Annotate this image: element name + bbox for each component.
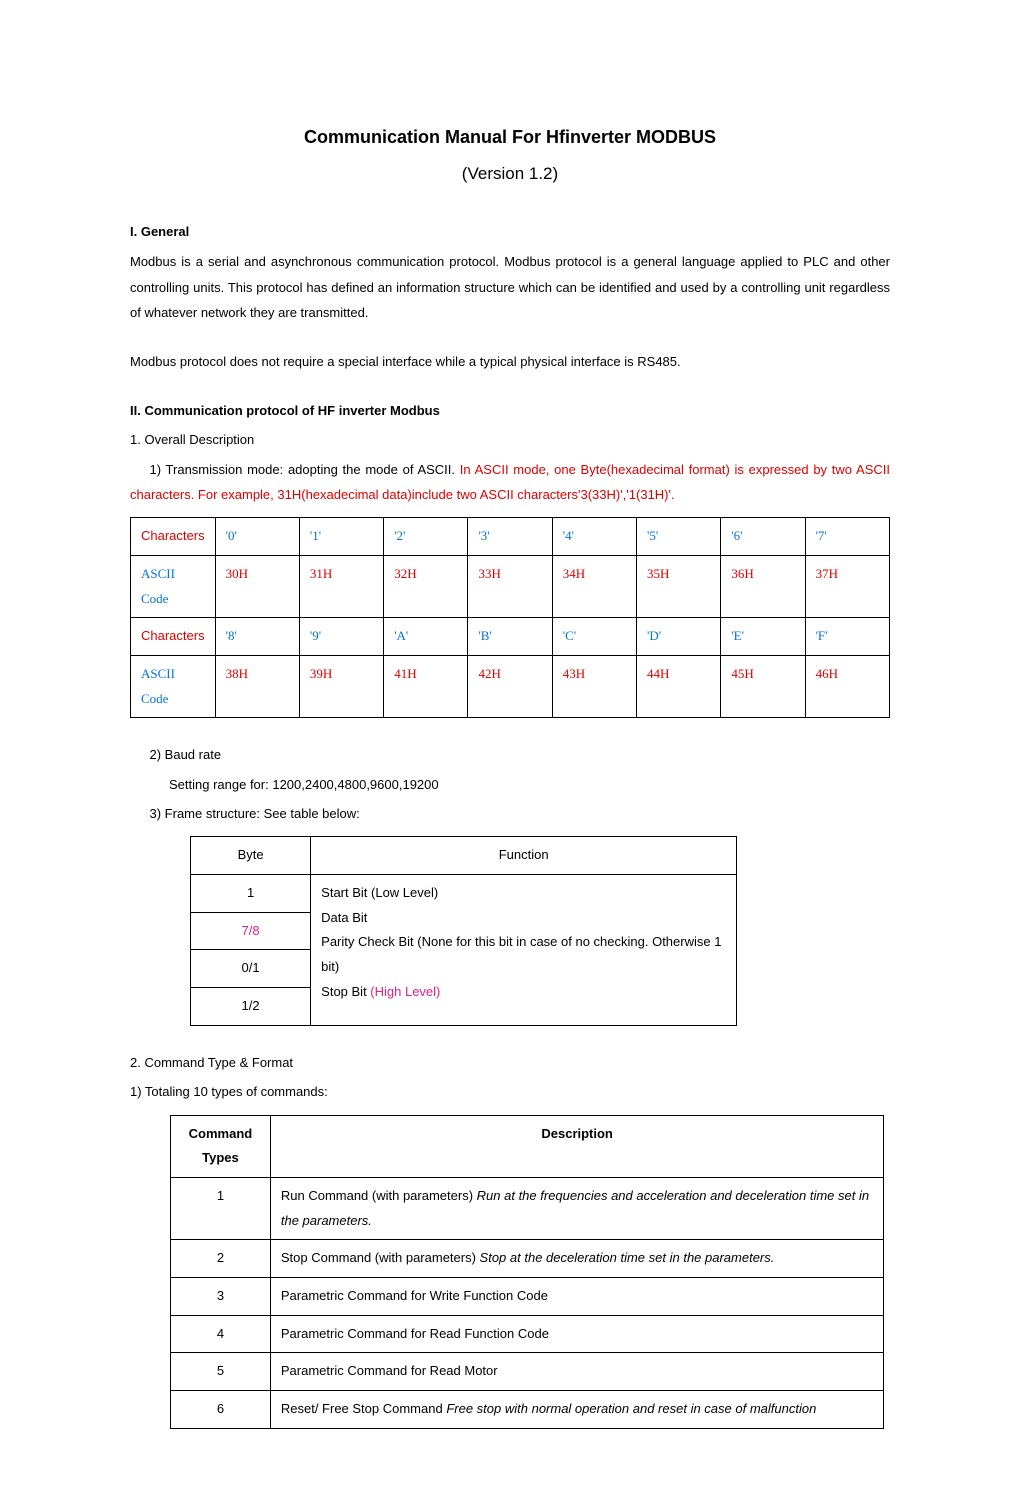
frame-stop-prefix: Stop Bit (321, 984, 370, 999)
ascii-label-code: ASCII Code (131, 656, 216, 718)
frame-stop-high: (High Level) (370, 984, 440, 999)
cmd-row: 2 Stop Command (with parameters) Stop at… (171, 1240, 884, 1278)
cmd-row: 4 Parametric Command for Read Function C… (171, 1315, 884, 1353)
ascii-cell: 37H (805, 555, 889, 617)
baud-header: 2) Baud rate (130, 742, 890, 767)
cmd-prefix: Reset/ Free Stop Command (281, 1401, 446, 1416)
cmd-row: 5 Parametric Command for Read Motor (171, 1353, 884, 1391)
transmission-mode: 1) Transmission mode: adopting the mode … (130, 457, 890, 508)
cmd-desc: Parametric Command for Write Function Co… (270, 1277, 884, 1315)
cmd-desc: Parametric Command for Read Function Cod… (270, 1315, 884, 1353)
ascii-cell: '1' (299, 518, 383, 556)
page-title: Communication Manual For Hfinverter MODB… (130, 120, 890, 154)
ascii-cell: '7' (805, 518, 889, 556)
ascii-cell: '0' (215, 518, 299, 556)
ascii-cell: 31H (299, 555, 383, 617)
ascii-cell: 38H (215, 656, 299, 718)
ascii-cell: 34H (552, 555, 636, 617)
ascii-cell: 'E' (721, 618, 805, 656)
ascii-label-chars: Characters (131, 518, 216, 556)
frame-byte: 0/1 (191, 950, 311, 988)
version-text: (Version 1.2) (130, 158, 890, 190)
cmd-num: 6 (171, 1391, 271, 1429)
ascii-cell: '8' (215, 618, 299, 656)
cmd-header: 2. Command Type & Format (130, 1050, 890, 1075)
cmd-desc: Reset/ Free Stop Command Free stop with … (270, 1391, 884, 1429)
ascii-row-codes-2: ASCII Code 38H 39H 41H 42H 43H 44H 45H 4… (131, 656, 890, 718)
frame-byte-header: Byte (191, 837, 311, 875)
ascii-cell: 41H (384, 656, 468, 718)
frame-table: Byte Function 1 Start Bit (Low Level) Da… (190, 836, 737, 1025)
ascii-cell: 39H (299, 656, 383, 718)
cmd-num: 5 (171, 1353, 271, 1391)
ascii-row-codes-1: ASCII Code 30H 31H 32H 33H 34H 35H 36H 3… (131, 555, 890, 617)
cmd-num: 2 (171, 1240, 271, 1278)
cmd-num: 3 (171, 1277, 271, 1315)
frame-func-1: Start Bit (Low Level) (321, 881, 726, 906)
ascii-label-code: ASCII Code (131, 555, 216, 617)
cmd-table: Command Types Description 1 Run Command … (170, 1115, 884, 1429)
frame-func-3: Parity Check Bit (None for this bit in c… (321, 930, 726, 979)
frame-func-4: Stop Bit (High Level) (321, 980, 726, 1005)
general-header: I. General (130, 220, 890, 245)
cmd-italic: Stop at the deceleration time set in the… (480, 1250, 775, 1265)
cmd-col-desc: Description (270, 1115, 884, 1177)
ascii-cell: '2' (384, 518, 468, 556)
ascii-cell: 30H (215, 555, 299, 617)
cmd-num: 4 (171, 1315, 271, 1353)
ascii-cell: 45H (721, 656, 805, 718)
cmd-prefix: Stop Command (with parameters) (281, 1250, 480, 1265)
cmd-row: 3 Parametric Command for Write Function … (171, 1277, 884, 1315)
frame-byte: 1 (191, 875, 311, 913)
ascii-cell: 43H (552, 656, 636, 718)
frame-header: 3) Frame structure: See table below: (130, 801, 890, 826)
ascii-cell: '9' (299, 618, 383, 656)
ascii-cell: 'D' (637, 618, 721, 656)
cmd-italic: Free stop with normal operation and rese… (446, 1401, 816, 1416)
cmd-row: 1 Run Command (with parameters) Run at t… (171, 1177, 884, 1239)
frame-row: 1 Start Bit (Low Level) Data Bit Parity … (191, 875, 737, 913)
ascii-cell: 'C' (552, 618, 636, 656)
ascii-cell: 36H (721, 555, 805, 617)
transmission-prefix: 1) Transmission mode: adopting the mode … (150, 462, 460, 477)
ascii-cell: 'A' (384, 618, 468, 656)
cmd-sub: 1) Totaling 10 types of commands: (130, 1079, 890, 1104)
ascii-cell: 35H (637, 555, 721, 617)
general-paragraph-1: Modbus is a serial and asynchronous comm… (130, 249, 890, 325)
general-paragraph-2: Modbus protocol does not require a speci… (130, 349, 890, 374)
ascii-row-chars-2: Characters '8' '9' 'A' 'B' 'C' 'D' 'E' '… (131, 618, 890, 656)
frame-func-header: Function (311, 837, 737, 875)
overall-header: 1. Overall Description (130, 427, 890, 452)
frame-func-2: Data Bit (321, 906, 726, 931)
ascii-cell: 44H (637, 656, 721, 718)
ascii-cell: 46H (805, 656, 889, 718)
cmd-row: 6 Reset/ Free Stop Command Free stop wit… (171, 1391, 884, 1429)
frame-byte: 7/8 (191, 912, 311, 950)
ascii-cell: 32H (384, 555, 468, 617)
ascii-cell: '3' (468, 518, 552, 556)
ascii-cell: 'F' (805, 618, 889, 656)
cmd-header-row: Command Types Description (171, 1115, 884, 1177)
cmd-col-types: Command Types (171, 1115, 271, 1177)
frame-func-cell: Start Bit (Low Level) Data Bit Parity Ch… (311, 875, 737, 1026)
ascii-table: Characters '0' '1' '2' '3' '4' '5' '6' '… (130, 517, 890, 718)
ascii-cell: 42H (468, 656, 552, 718)
cmd-prefix: Run Command (with parameters) (281, 1188, 477, 1203)
ascii-cell: 33H (468, 555, 552, 617)
cmd-desc: Stop Command (with parameters) Stop at t… (270, 1240, 884, 1278)
ascii-cell: '5' (637, 518, 721, 556)
cmd-num: 1 (171, 1177, 271, 1239)
cmd-desc: Parametric Command for Read Motor (270, 1353, 884, 1391)
frame-byte: 1/2 (191, 988, 311, 1026)
frame-header-row: Byte Function (191, 837, 737, 875)
protocol-header: II. Communication protocol of HF inverte… (130, 399, 890, 424)
baud-text: Setting range for: 1200,2400,4800,9600,1… (130, 772, 890, 797)
cmd-desc: Run Command (with parameters) Run at the… (270, 1177, 884, 1239)
ascii-row-chars-1: Characters '0' '1' '2' '3' '4' '5' '6' '… (131, 518, 890, 556)
ascii-cell: 'B' (468, 618, 552, 656)
ascii-label-chars: Characters (131, 618, 216, 656)
ascii-cell: '6' (721, 518, 805, 556)
ascii-cell: '4' (552, 518, 636, 556)
